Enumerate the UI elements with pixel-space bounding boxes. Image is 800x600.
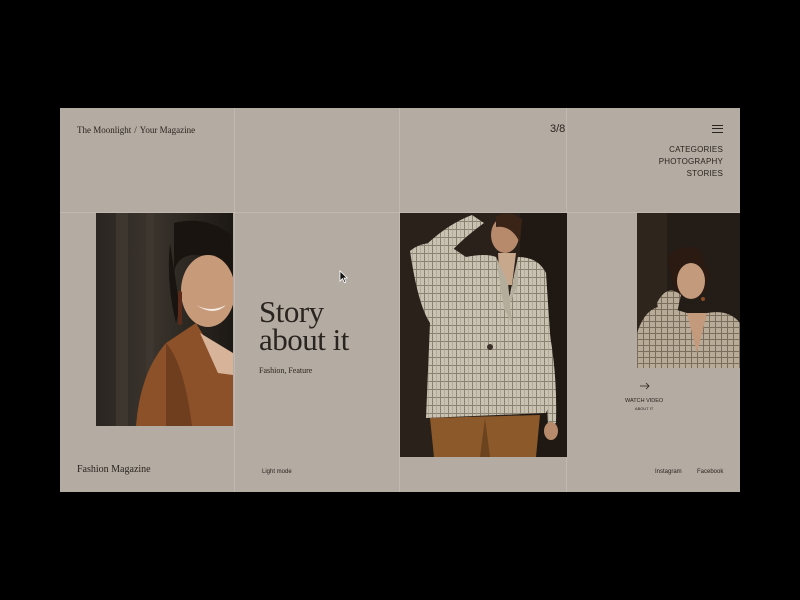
magazine-page: The Moonlight / Your Magazine 3/8 CATEGORI… — [60, 108, 740, 492]
grid-line — [234, 108, 235, 492]
mouse-cursor-icon — [339, 270, 348, 284]
nav-item-categories[interactable]: CATEGORIES — [659, 144, 723, 156]
nav-item-stories[interactable]: STORIES — [659, 168, 723, 180]
portrait-photo-posing[interactable] — [637, 213, 740, 368]
site-brand[interactable]: The Moonlight / Your Magazine — [77, 125, 195, 135]
feature-photo-blazer[interactable] — [400, 213, 567, 457]
watch-video-link[interactable]: WATCH VIDEO ABOUT IT — [625, 398, 663, 412]
arrow-right-icon[interactable] — [640, 382, 650, 390]
footer-brand: Fashion Magazine — [77, 464, 151, 475]
story-headline: Story about it — [259, 296, 349, 357]
category-nav: CATEGORIES PHOTOGRAPHY STORIES — [659, 144, 723, 180]
watch-video-label: WATCH VIDEO — [625, 398, 664, 404]
headline-line-2: about it — [259, 322, 349, 357]
light-mode-toggle[interactable]: Light mode — [262, 469, 292, 475]
instagram-link[interactable]: Instagram — [655, 469, 682, 475]
nav-item-photography[interactable]: PHOTOGRAPHY — [659, 156, 723, 168]
brand-primary: The Moonlight — [77, 125, 132, 135]
hamburger-menu-icon[interactable] — [712, 125, 723, 133]
brand-secondary: Your Magazine — [139, 125, 196, 135]
brand-separator: / — [134, 125, 137, 135]
watch-video-sublabel: ABOUT IT — [634, 406, 654, 411]
portrait-photo-smiling[interactable] — [96, 213, 233, 426]
story-subtitle: Fashion, Feature — [259, 366, 313, 375]
facebook-link[interactable]: Facebook — [697, 469, 723, 475]
slide-counter: 3/8 — [550, 123, 566, 135]
